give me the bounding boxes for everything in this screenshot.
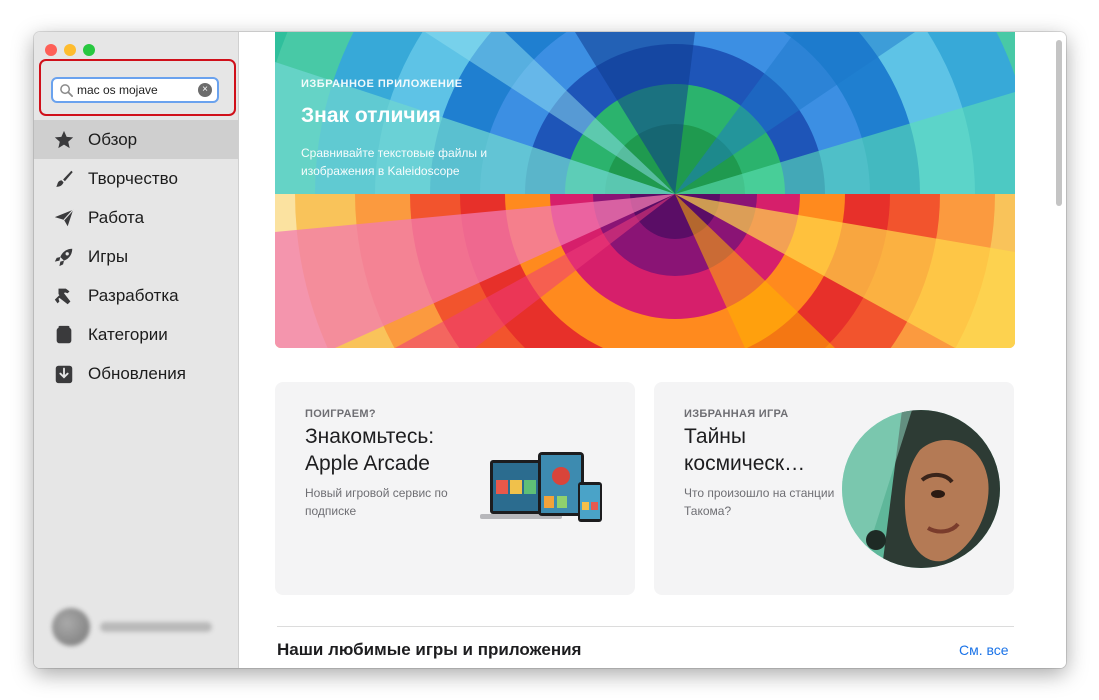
section-divider — [277, 626, 1014, 627]
see-all-link[interactable]: См. все — [959, 642, 1009, 658]
game-portrait-image — [842, 410, 1000, 568]
sidebar-item-play[interactable]: Игры — [34, 237, 238, 276]
minimize-window-button[interactable] — [64, 44, 76, 56]
sidebar-item-work[interactable]: Работа — [34, 198, 238, 237]
account-name-blurred — [100, 622, 212, 632]
close-window-button[interactable] — [45, 44, 57, 56]
featured-eyebrow: ИЗБРАННОЕ ПРИЛОЖЕНИЕ — [301, 78, 463, 90]
featured-subtitle: Сравнивайте текстовые файлы и изображени… — [301, 146, 488, 178]
sidebar-item-create[interactable]: Творчество — [34, 159, 238, 198]
hammer-icon — [52, 284, 76, 308]
sidebar-item-label: Обзор — [88, 129, 138, 149]
featured-app-text: ИЗБРАННОЕ ПРИЛОЖЕНИЕ Знак отличия Сравни… — [301, 78, 511, 180]
main-content: ИЗБРАННОЕ ПРИЛОЖЕНИЕ Знак отличия Сравни… — [239, 32, 1066, 668]
card-eyebrow: ПОИГРАЕМ? — [305, 408, 376, 420]
search-field[interactable]: × — [51, 77, 219, 103]
scroll-thumb[interactable] — [1056, 40, 1062, 206]
card-eyebrow: ИЗБРАННАЯ ИГРА — [684, 408, 789, 420]
featured-app-banner[interactable]: ИЗБРАННОЕ ПРИЛОЖЕНИЕ Знак отличия Сравни… — [275, 32, 1015, 348]
app-store-window: × Обзор Творчество Работа — [34, 32, 1066, 668]
sidebar-item-categories[interactable]: Категории — [34, 315, 238, 354]
devices-illustration — [480, 452, 602, 522]
sidebar-item-label: Категории — [88, 324, 168, 344]
stack-icon — [52, 323, 76, 347]
card-subtitle: Новый игровой сервис по подписке — [305, 486, 448, 518]
sidebar-item-discover[interactable]: Обзор — [34, 120, 238, 159]
sidebar-item-updates[interactable]: Обновления — [34, 354, 238, 393]
search-input[interactable] — [74, 83, 187, 97]
card-title: Тайны космическ… — [684, 425, 806, 475]
account-button[interactable] — [52, 608, 212, 646]
featured-game-card[interactable]: ИЗБРАННАЯ ИГРА Тайны космическ… Что прои… — [654, 382, 1014, 595]
download-icon — [52, 362, 76, 386]
sidebar-item-label: Обновления — [88, 363, 186, 383]
avatar — [52, 608, 90, 646]
sidebar-item-label: Творчество — [88, 168, 178, 188]
apple-arcade-card[interactable]: ПОИГРАЕМ? Знакомьтесь: Apple Arcade Новы… — [275, 382, 635, 595]
sidebar-item-label: Работа — [88, 207, 145, 227]
featured-title: Знак отличия — [301, 104, 441, 127]
vertical-scrollbar[interactable] — [1052, 32, 1064, 668]
card-title: Знакомьтесь: Apple Arcade — [305, 425, 435, 475]
sidebar-item-label: Разработка — [88, 285, 179, 305]
search-icon — [60, 83, 73, 97]
card-subtitle: Что произошло на станции Такома? — [684, 486, 835, 518]
zoom-window-button[interactable] — [83, 44, 95, 56]
star-icon — [52, 128, 76, 152]
sidebar-nav: Обзор Творчество Работа Игры Разработка … — [34, 120, 238, 393]
clear-search-icon[interactable]: × — [198, 83, 212, 97]
sidebar: × Обзор Творчество Работа — [34, 32, 239, 668]
section-title: Наши любимые игры и приложения — [277, 640, 582, 659]
sidebar-item-develop[interactable]: Разработка — [34, 276, 238, 315]
window-controls — [45, 44, 95, 56]
paper-plane-icon — [52, 206, 76, 230]
rocket-icon — [52, 245, 76, 269]
brush-icon — [52, 167, 76, 191]
sidebar-item-label: Игры — [88, 246, 129, 266]
